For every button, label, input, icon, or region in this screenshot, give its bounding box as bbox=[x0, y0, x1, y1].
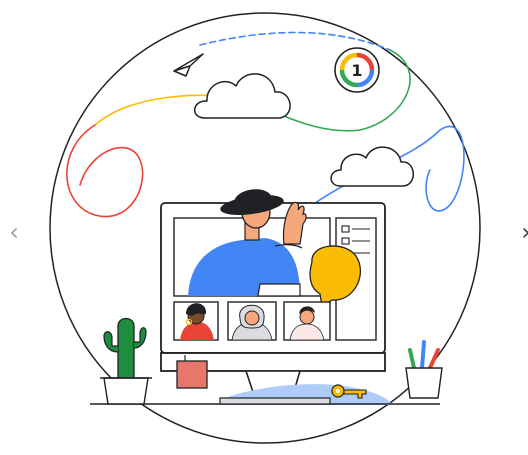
participant-thumbnail bbox=[283, 301, 331, 341]
google-one-logo: 1 bbox=[334, 47, 380, 93]
paper-plane-icon bbox=[173, 53, 204, 77]
participant-thumbnail bbox=[227, 301, 277, 341]
pencil-cup-icon bbox=[405, 340, 443, 399]
video-call-illustration: 1 bbox=[49, 12, 481, 444]
badge-number: 1 bbox=[351, 61, 362, 80]
cactus-plant-icon bbox=[100, 317, 152, 405]
participant-thumbnail bbox=[173, 301, 219, 341]
cloud-icon bbox=[330, 146, 414, 187]
cloud-icon bbox=[194, 73, 291, 119]
illustration-carousel: ‹ › 1 bbox=[0, 0, 528, 455]
decorative-swirls bbox=[66, 31, 465, 218]
